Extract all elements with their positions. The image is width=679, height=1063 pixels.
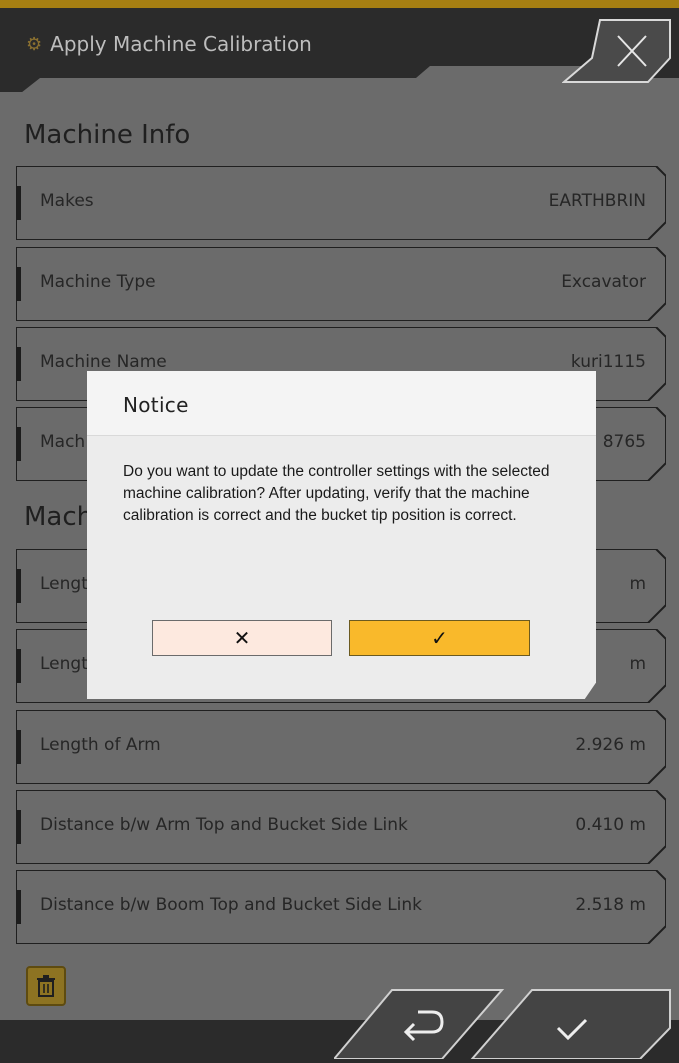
dialog-message: Do you want to update the controller set… bbox=[123, 463, 550, 524]
dialog-title: Notice bbox=[123, 393, 189, 417]
close-icon: ✕ bbox=[233, 626, 251, 650]
checkmark-icon: ✓ bbox=[431, 626, 448, 650]
dialog-cancel-button[interactable]: ✕ bbox=[152, 620, 332, 656]
dialog-ok-button[interactable]: ✓ bbox=[349, 620, 530, 656]
screen: ⚙ Apply Machine Calibration Machine Info… bbox=[0, 0, 679, 1060]
notice-dialog: Notice Do you want to update the control… bbox=[87, 371, 596, 699]
dialog-header: Notice bbox=[87, 371, 596, 436]
